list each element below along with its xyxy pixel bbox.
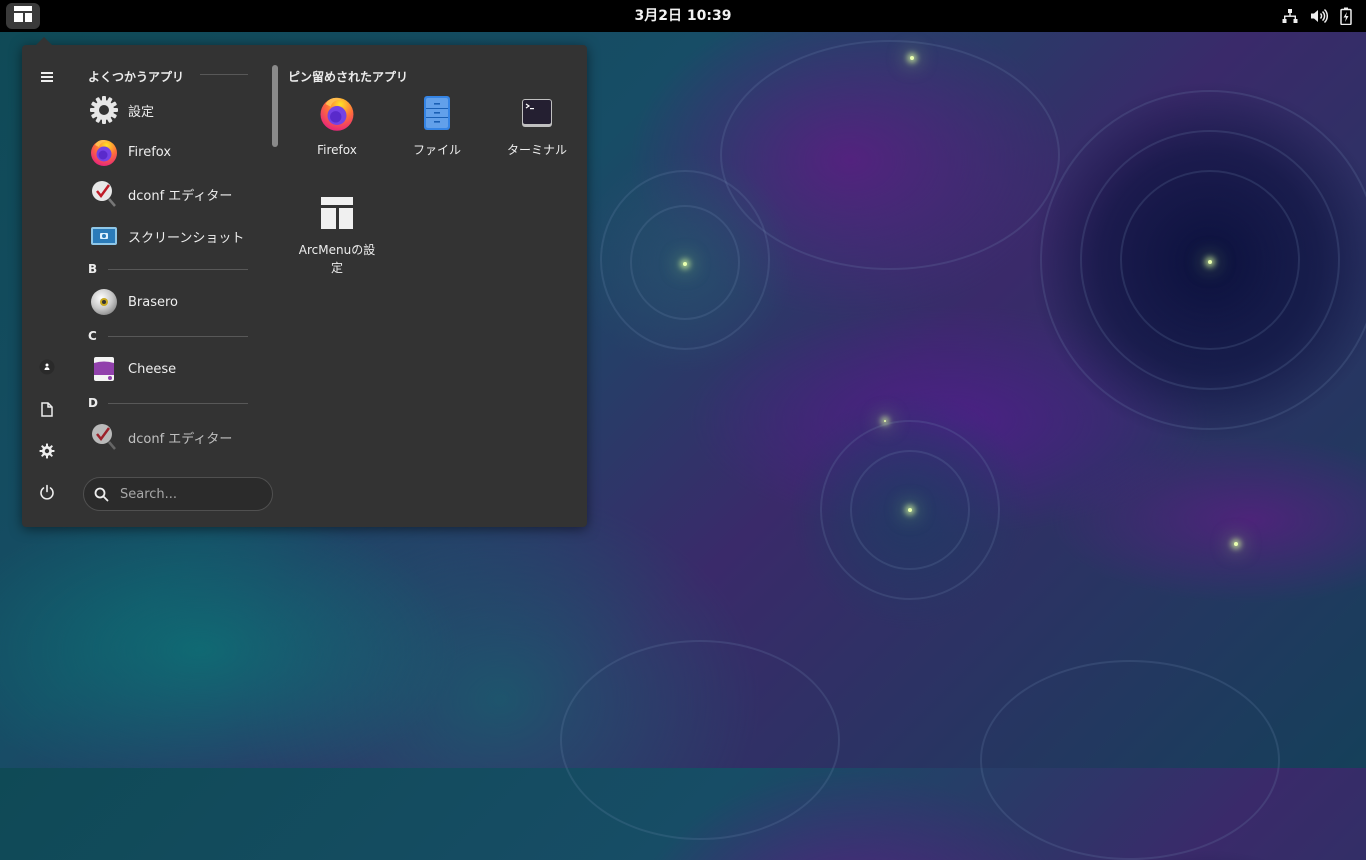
pinned-app-terminal[interactable]: ターミナル [489,93,585,159]
battery-icon[interactable] [1340,7,1352,25]
arcmenu-panel: よくつかうアプリ 設定 Firefox dconf エディター スクリーンショッ… [22,37,587,527]
group-heading-d: D [88,396,98,410]
pinned-app-label: ArcMenuの設定 [298,243,376,275]
dconf-editor-icon [88,421,120,453]
files-icon [417,93,457,133]
app-item-label: Cheese [128,361,177,377]
group-heading-b: B [88,262,98,276]
search-box[interactable] [83,477,273,511]
categories-button[interactable] [34,63,60,89]
app-item-label: Firefox [128,144,172,160]
section-divider [108,269,248,270]
app-item-dconf-editor-d[interactable]: dconf エディター [88,419,258,455]
frequent-apps-heading: よくつかうアプリ [88,70,185,84]
system-tray[interactable] [1282,0,1352,32]
user-button[interactable] [34,356,60,382]
pinned-app-label: ターミナル [506,143,567,157]
dconf-editor-icon [88,178,120,210]
section-divider [200,74,248,75]
app-item-label: dconf エディター [128,431,233,447]
user-icon [39,359,55,379]
power-button[interactable] [34,481,60,507]
firefox-icon [317,93,357,133]
terminal-icon [517,93,557,133]
document-icon [41,401,53,421]
search-icon [84,487,118,502]
hamburger-icon [41,67,53,86]
pinned-app-label: ファイル [412,143,461,157]
pinned-app-files[interactable]: ファイル [389,93,485,159]
volume-icon[interactable] [1310,8,1328,24]
group-heading-c: C [88,329,97,343]
app-item-label: 設定 [128,104,155,120]
app-item-screenshot[interactable]: スクリーンショット [88,218,258,254]
pinned-app-firefox[interactable]: Firefox [289,93,385,159]
arcmenu-settings-icon [317,193,357,233]
settings-gear-icon [88,94,120,126]
pinned-app-label: Firefox [317,143,357,157]
app-item-label: dconf エディター [128,188,233,204]
documents-button[interactable] [34,398,60,424]
app-item-label: スクリーンショット [128,230,245,246]
app-item-dconf-editor[interactable]: dconf エディター [88,176,258,212]
top-bar: 3月2日 10:39 [0,0,1366,32]
menu-pointer [36,37,52,45]
pinned-apps-heading: ピン留めされたアプリ [288,70,409,84]
app-item-firefox[interactable]: Firefox [88,134,258,170]
section-divider [108,403,248,404]
network-icon[interactable] [1282,8,1298,24]
cheese-icon [88,353,120,385]
gear-icon [39,443,55,463]
clock[interactable]: 3月2日 10:39 [0,0,1366,32]
settings-button[interactable] [34,440,60,466]
app-item-cheese[interactable]: Cheese [88,351,258,387]
app-item-label: Brasero [128,294,179,310]
app-list-scrollbar[interactable] [272,65,278,147]
section-divider [108,336,248,337]
pinned-app-arcmenu-settings[interactable]: ArcMenuの設定 [289,193,385,277]
firefox-icon [88,136,120,168]
search-input[interactable] [118,485,262,503]
brasero-disc-icon [88,286,120,318]
app-item-brasero[interactable]: Brasero [88,284,258,320]
power-icon [39,484,55,504]
app-item-settings[interactable]: 設定 [88,92,258,128]
screenshot-icon [88,220,120,252]
